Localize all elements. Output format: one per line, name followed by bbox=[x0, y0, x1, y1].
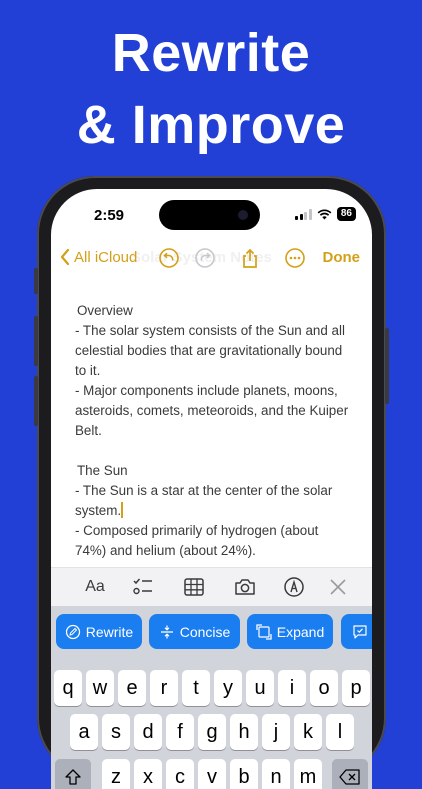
note-line: asteroids, comets, meteoroids, and the K… bbox=[75, 403, 349, 418]
volume-up-button bbox=[34, 316, 38, 366]
note-line: The Sun bbox=[77, 463, 128, 478]
rewrite-pen-icon bbox=[65, 624, 80, 639]
key-h[interactable]: h bbox=[230, 714, 258, 750]
phone-frame: 2:59 86 Solar System Notes All iCloud Do… bbox=[34, 176, 389, 789]
note-line: system. bbox=[75, 501, 365, 521]
note-line: - Composed primarily of hydrogen (about bbox=[75, 523, 319, 538]
redo-icon[interactable] bbox=[194, 247, 216, 269]
more-ai-action-button[interactable] bbox=[341, 614, 372, 649]
key-p[interactable]: p bbox=[342, 670, 370, 706]
checklist-icon[interactable] bbox=[132, 576, 154, 598]
message-check-icon bbox=[353, 624, 367, 639]
key-y[interactable]: y bbox=[214, 670, 242, 706]
volume-down-button bbox=[34, 376, 38, 426]
back-button[interactable]: All iCloud bbox=[59, 248, 137, 266]
note-body[interactable]: Overview - The solar system consists of … bbox=[75, 301, 365, 561]
expand-icon bbox=[256, 623, 272, 640]
key-x[interactable]: x bbox=[134, 759, 162, 789]
note-line-text: system. bbox=[75, 503, 122, 518]
format-toolbar: Aa bbox=[51, 567, 372, 606]
key-u[interactable]: u bbox=[246, 670, 274, 706]
note-line: - The Sun is a star at the center of the… bbox=[75, 483, 333, 498]
ai-actions-bar: Rewrite Concise Expand bbox=[51, 606, 372, 656]
headline-line-1: Rewrite bbox=[111, 23, 311, 83]
compress-icon bbox=[160, 625, 173, 638]
done-button[interactable]: Done bbox=[323, 249, 361, 266]
format-text-button[interactable]: Aa bbox=[83, 576, 107, 598]
key-g[interactable]: g bbox=[198, 714, 226, 750]
note-line: to it. bbox=[75, 363, 101, 378]
power-button bbox=[385, 328, 389, 404]
rewrite-button[interactable]: Rewrite bbox=[56, 614, 142, 649]
note-line: celestial bodies that are gravitationall… bbox=[75, 343, 343, 358]
key-c[interactable]: c bbox=[166, 759, 194, 789]
key-s[interactable]: s bbox=[102, 714, 130, 750]
share-icon[interactable] bbox=[239, 247, 261, 269]
text-cursor bbox=[121, 502, 124, 518]
key-e[interactable]: e bbox=[118, 670, 146, 706]
key-t[interactable]: t bbox=[182, 670, 210, 706]
rewrite-label: Rewrite bbox=[85, 623, 134, 640]
table-icon[interactable] bbox=[183, 576, 205, 598]
expand-label: Expand bbox=[276, 623, 325, 640]
key-m[interactable]: m bbox=[294, 759, 322, 789]
concise-label: Concise bbox=[179, 623, 231, 640]
backspace-icon bbox=[339, 769, 360, 785]
note-line: 74%) and helium (about 24%). bbox=[75, 543, 256, 558]
shift-key[interactable] bbox=[55, 759, 91, 789]
key-f[interactable]: f bbox=[166, 714, 194, 750]
keyboard: qwertyuiop asdfghjkl zxcvbnm bbox=[51, 656, 372, 789]
chevron-left-icon bbox=[60, 248, 70, 266]
key-o[interactable]: o bbox=[310, 670, 338, 706]
key-n[interactable]: n bbox=[262, 759, 290, 789]
key-a[interactable]: a bbox=[70, 714, 98, 750]
close-icon[interactable] bbox=[328, 576, 348, 598]
key-b[interactable]: b bbox=[230, 759, 258, 789]
back-label: All iCloud bbox=[74, 248, 138, 266]
battery-indicator: 86 bbox=[336, 207, 356, 221]
key-r[interactable]: r bbox=[150, 670, 178, 706]
headline-line-2: & Improve bbox=[76, 95, 346, 155]
markup-pen-icon[interactable] bbox=[283, 576, 305, 598]
wifi-icon bbox=[317, 208, 332, 219]
undo-icon[interactable] bbox=[158, 247, 180, 269]
note-line: - Major components include planets, moon… bbox=[75, 383, 338, 398]
camera-toolbar-icon[interactable] bbox=[233, 576, 257, 598]
key-q[interactable]: q bbox=[54, 670, 82, 706]
note-line: Overview bbox=[77, 303, 133, 318]
key-z[interactable]: z bbox=[102, 759, 130, 789]
status-icons: 86 bbox=[295, 207, 356, 221]
signal-icon bbox=[295, 208, 312, 220]
status-time: 2:59 bbox=[94, 207, 125, 224]
key-k[interactable]: k bbox=[294, 714, 322, 750]
camera-icon bbox=[238, 210, 248, 220]
key-w[interactable]: w bbox=[86, 670, 114, 706]
key-l[interactable]: l bbox=[326, 714, 354, 750]
shift-icon bbox=[65, 769, 81, 785]
phone-screen: 2:59 86 Solar System Notes All iCloud Do… bbox=[51, 189, 372, 789]
key-i[interactable]: i bbox=[278, 670, 306, 706]
more-icon[interactable] bbox=[284, 247, 306, 269]
note-line: Belt. bbox=[75, 423, 102, 438]
note-line: - The solar system consists of the Sun a… bbox=[75, 323, 345, 338]
silent-switch bbox=[34, 268, 38, 294]
key-j[interactable]: j bbox=[262, 714, 290, 750]
note-blank-line bbox=[75, 441, 365, 461]
dynamic-island bbox=[159, 200, 260, 230]
expand-button[interactable]: Expand bbox=[247, 614, 333, 649]
key-v[interactable]: v bbox=[198, 759, 226, 789]
delete-key[interactable] bbox=[332, 759, 368, 789]
concise-button[interactable]: Concise bbox=[149, 614, 240, 649]
note-navbar: Solar System Notes All iCloud Done bbox=[51, 239, 372, 279]
key-d[interactable]: d bbox=[134, 714, 162, 750]
